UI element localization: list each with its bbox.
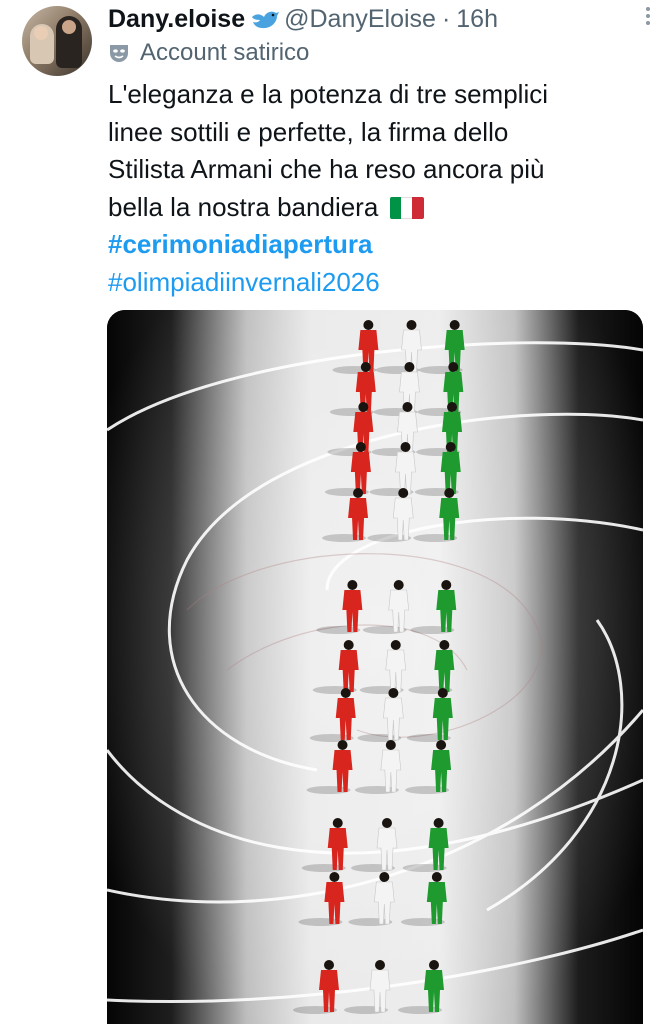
avatar[interactable] [22, 6, 92, 76]
tweet-text-line: bella la nostra bandiera [108, 191, 379, 222]
hashtag-link[interactable]: #cerimoniadiapertura [108, 226, 648, 264]
photo-scene [107, 310, 643, 1024]
more-options-icon[interactable] [644, 4, 652, 30]
mask-icon [108, 42, 130, 64]
avatar-face-2 [62, 20, 76, 34]
tweet-text-line: L'eleganza e la potenza di tre semplici [108, 79, 549, 109]
account-label: Account satirico [108, 38, 309, 68]
display-name[interactable]: Dany.eloise [108, 5, 245, 34]
bird-icon [250, 7, 280, 31]
separator-dot: · [441, 4, 451, 33]
tweet-text-line: Stilista Armani che ha reso ancora più [108, 154, 545, 184]
avatar-face-1 [34, 26, 48, 40]
hashtag-link[interactable]: #olimpiadiinvernali2026 [108, 264, 648, 302]
tweet-text: L'eleganza e la potenza di tre semplici … [108, 76, 648, 301]
tweet-text-line-with-flag: bella la nostra bandiera [108, 189, 648, 227]
account-label-text: Account satirico [140, 39, 310, 66]
tweet-media-photo[interactable] [107, 310, 643, 1024]
tweet-header: Dany.eloise @DanyEloise · 16h [108, 2, 644, 36]
tweet-text-line: linee sottili e perfette, la firma dello [108, 116, 509, 147]
handle[interactable]: @DanyEloise [284, 5, 436, 34]
italian-flag-icon [389, 196, 424, 219]
timestamp[interactable]: 16h [456, 5, 498, 34]
